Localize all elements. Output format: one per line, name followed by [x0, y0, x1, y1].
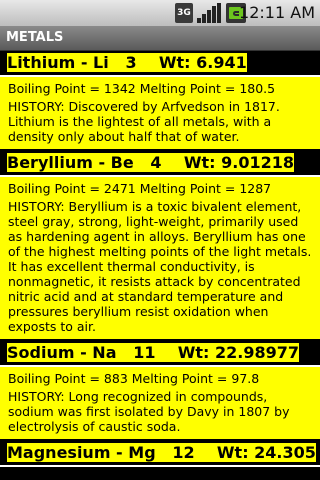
item-history: HISTORY: Long recognized in compounds, s… [8, 389, 290, 434]
item-properties: Boiling Point = 2471 Melting Point = 128… [8, 181, 272, 196]
list-item[interactable]: Magnesium - Mg 12 Wt: 24.305 [0, 441, 320, 467]
3g-icon: 3G [175, 3, 193, 23]
metals-list[interactable]: Lithium - Li 3 Wt: 6.941 Boiling Point =… [0, 51, 320, 480]
item-body: Boiling Point = 1342 Melting Point = 180… [0, 77, 320, 151]
item-properties: Boiling Point = 883 Melting Point = 97.8 [8, 371, 260, 386]
app-title-bar: METALS [0, 26, 320, 51]
item-title: Lithium - Li 3 Wt: 6.941 [7, 53, 247, 72]
app-title: METALS [6, 30, 64, 45]
item-title: Magnesium - Mg 12 Wt: 24.305 [7, 443, 316, 462]
item-title: Sodium - Na 11 Wt: 22.98977 [7, 343, 300, 362]
item-history: HISTORY: Beryllium is a toxic bivalent e… [8, 199, 312, 334]
item-header: Sodium - Na 11 Wt: 22.98977 [0, 341, 320, 367]
signal-icon [197, 3, 221, 23]
item-history: HISTORY: Discovered by Arfvedson in 1817… [8, 99, 280, 144]
list-item[interactable]: Beryllium - Be 4 Wt: 9.01218 Boiling Poi… [0, 151, 320, 341]
status-time: 12:11 AM [239, 3, 315, 22]
item-header: Magnesium - Mg 12 Wt: 24.305 [0, 441, 320, 467]
list-item[interactable]: Sodium - Na 11 Wt: 22.98977 Boiling Poin… [0, 341, 320, 441]
item-header: Lithium - Li 3 Wt: 6.941 [0, 51, 320, 77]
item-body: Boiling Point = 883 Melting Point = 97.8… [0, 367, 320, 441]
item-body: Boiling Point = 2471 Melting Point = 128… [0, 177, 320, 341]
item-header: Beryllium - Be 4 Wt: 9.01218 [0, 151, 320, 177]
status-bar: 3G 12:11 AM [0, 0, 320, 26]
list-item[interactable]: Lithium - Li 3 Wt: 6.941 Boiling Point =… [0, 51, 320, 151]
item-title: Beryllium - Be 4 Wt: 9.01218 [7, 153, 294, 172]
item-properties: Boiling Point = 1342 Melting Point = 180… [8, 81, 276, 96]
